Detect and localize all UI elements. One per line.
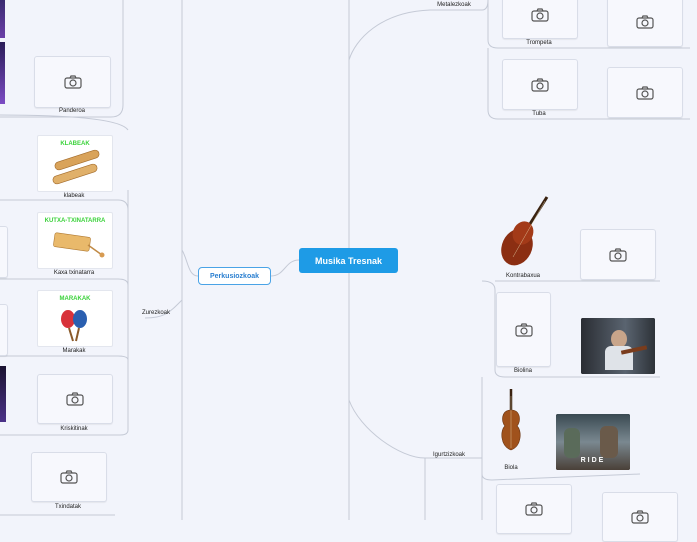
kaxa-drawing [53,232,105,258]
kontrabaxua-photo-card[interactable] [580,229,656,280]
cropped-image-top [0,0,5,38]
label-kaxa-txinatarra: Kaxa txinatarra [53,270,95,276]
trompeta-photo-card[interactable] [502,0,578,39]
biola-image [501,389,521,451]
topic-perkusiozkoak[interactable]: Perkusiozkoak [198,267,271,285]
kontrabaxua-image [501,196,549,266]
kaxa-image: KUTXA-TXINATARRA [37,212,113,269]
camera-icon [531,77,549,92]
label-zurezkoak[interactable]: Zurezkoak [142,310,170,316]
biola-video-thumbnail[interactable]: RIDE [556,414,630,470]
tuba-photo-card-2[interactable] [607,67,683,118]
camera-icon [525,502,543,516]
klabeak-drawing [52,149,100,185]
camera-icon [636,14,654,29]
camera-icon [609,247,627,262]
camera-icon [636,85,654,100]
camera-icon [60,470,78,484]
biolina-video-thumbnail[interactable] [581,318,655,374]
bottom-photo-card-1[interactable] [496,484,572,534]
marakak-drawing [61,310,87,342]
label-panderoa: Panderoa [58,108,86,114]
panderoa-photo-card[interactable] [34,56,111,108]
klabeak-image: KLABEAK [37,135,113,192]
camera-icon [531,7,549,22]
label-tuba: Tuba [532,111,546,117]
central-topic[interactable]: Musika Tresnak [299,248,398,273]
video-caption: RIDE [580,457,606,464]
trompeta-photo-card-2[interactable] [607,0,683,47]
camera-icon [514,322,533,337]
label-txindatak: Txindatak [54,504,82,510]
label-trompeta: Trompeta [526,40,552,46]
bottom-photo-card-2[interactable] [602,492,678,542]
marakak-image: MARAKAK [37,290,113,347]
label-klabeak: klabeak [63,193,85,199]
txindatak-photo-card[interactable] [31,452,107,502]
cropped-image-bottom [0,366,6,422]
label-biolina: Biolina [513,368,533,374]
kriskitinak-photo-card[interactable] [37,374,113,424]
camera-icon [631,510,649,524]
camera-icon [63,75,82,89]
biolina-photo-card[interactable] [496,292,551,367]
tuba-photo-card[interactable] [502,59,578,110]
label-metalezkoak[interactable]: Metalezkoak [437,2,471,8]
camera-icon [66,392,84,406]
cropped-photo-card-1[interactable] [0,226,8,278]
label-igurtzizkoak[interactable]: Igurtzizkoak [433,452,465,458]
label-biola: Biola [504,465,518,471]
cropped-image-mid [0,42,5,104]
label-kontrabaxua: Kontrabaxua [505,273,541,279]
label-marakak: Marakak [62,348,86,354]
label-kriskitinak: Kriskitinak [60,426,88,432]
cropped-photo-card-2[interactable] [0,304,8,356]
